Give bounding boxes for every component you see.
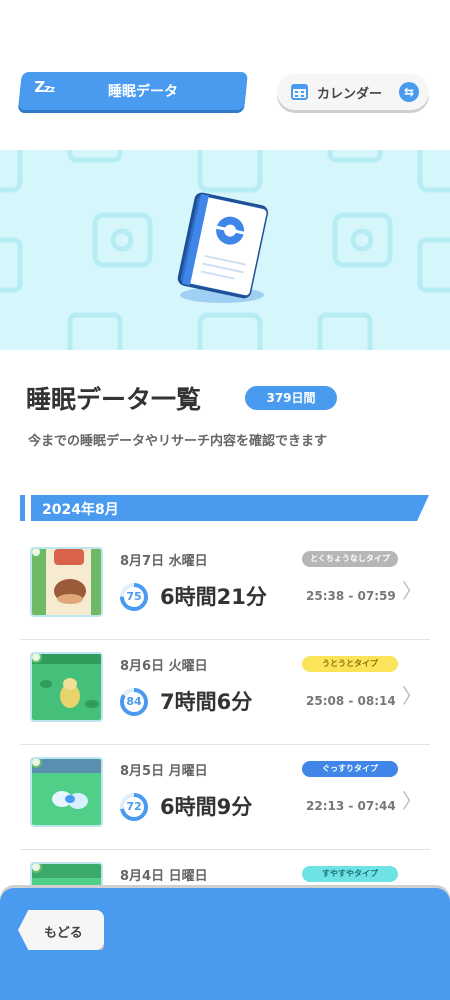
chevron-right-icon: 〉 <box>402 684 422 708</box>
sleep-thumbnail <box>30 547 103 617</box>
sleep-type-badge: うとうとタイプ <box>302 656 398 672</box>
calendar-button-label: カレンダー <box>317 87 383 102</box>
sleep-score: 75 <box>126 590 142 603</box>
sleep-entry[interactable]: 8月7日 水曜日 とくちょうなしタイプ 75 6時間21分 25:38 - 07… <box>20 535 430 640</box>
sleep-duration: 6時間21分 <box>160 585 267 609</box>
sleep-score: 84 <box>126 695 142 708</box>
entry-date: 8月6日 火曜日 <box>120 659 208 674</box>
days-count-badge: 379日間 <box>245 386 337 410</box>
page-title: 睡眠データ一覧 <box>26 385 202 414</box>
calendar-button[interactable]: カレンダー ⇆ <box>277 74 429 110</box>
sleep-duration: 6時間9分 <box>160 795 253 819</box>
sleep-duration: 7時間6分 <box>160 690 253 714</box>
sleep-type-badge: ぐっすりタイプ <box>302 761 398 777</box>
month-header-stripe <box>20 495 25 521</box>
sleep-entry[interactable]: 8月5日 月曜日 ぐっすりタイプ 72 6時間9分 22:13 - 07:44 … <box>20 745 430 850</box>
sleep-time-range: 22:13 - 07:44 <box>306 799 396 813</box>
chevron-right-icon: 〉 <box>402 789 422 813</box>
calendar-icon <box>291 84 308 100</box>
entry-date: 8月4日 日曜日 <box>120 869 208 884</box>
book-icon <box>177 192 269 303</box>
month-label: 2024年8月 <box>42 502 119 518</box>
sleep-type-badge: すやすやタイプ <box>302 866 398 882</box>
entry-date: 8月5日 月曜日 <box>120 764 208 779</box>
sleep-score: 72 <box>126 800 142 813</box>
sleep-data-tab[interactable]: Zzz 睡眠データ <box>18 72 248 110</box>
month-header: 2024年8月 <box>20 495 430 521</box>
entry-date: 8月7日 水曜日 <box>120 554 208 569</box>
sleep-time-range: 25:38 - 07:59 <box>306 589 396 603</box>
banner <box>0 150 450 350</box>
back-button-label: もどる <box>44 926 83 941</box>
sleep-time-range: 25:08 - 08:14 <box>306 694 396 708</box>
chevron-right-icon: 〉 <box>402 579 422 603</box>
back-button[interactable]: もどる <box>18 910 104 950</box>
page-subtitle: 今までの睡眠データやリサーチ内容を確認できます <box>28 434 328 449</box>
swap-icon: ⇆ <box>399 82 419 102</box>
sleep-thumbnail <box>30 757 103 827</box>
sleep-thumbnail <box>30 652 103 722</box>
sleep-entry[interactable]: 8月6日 火曜日 うとうとタイプ 84 7時間6分 25:08 - 08:14 … <box>20 640 430 745</box>
sleep-type-badge: とくちょうなしタイプ <box>302 551 398 567</box>
sleep-data-tab-label: 睡眠データ <box>108 84 178 100</box>
